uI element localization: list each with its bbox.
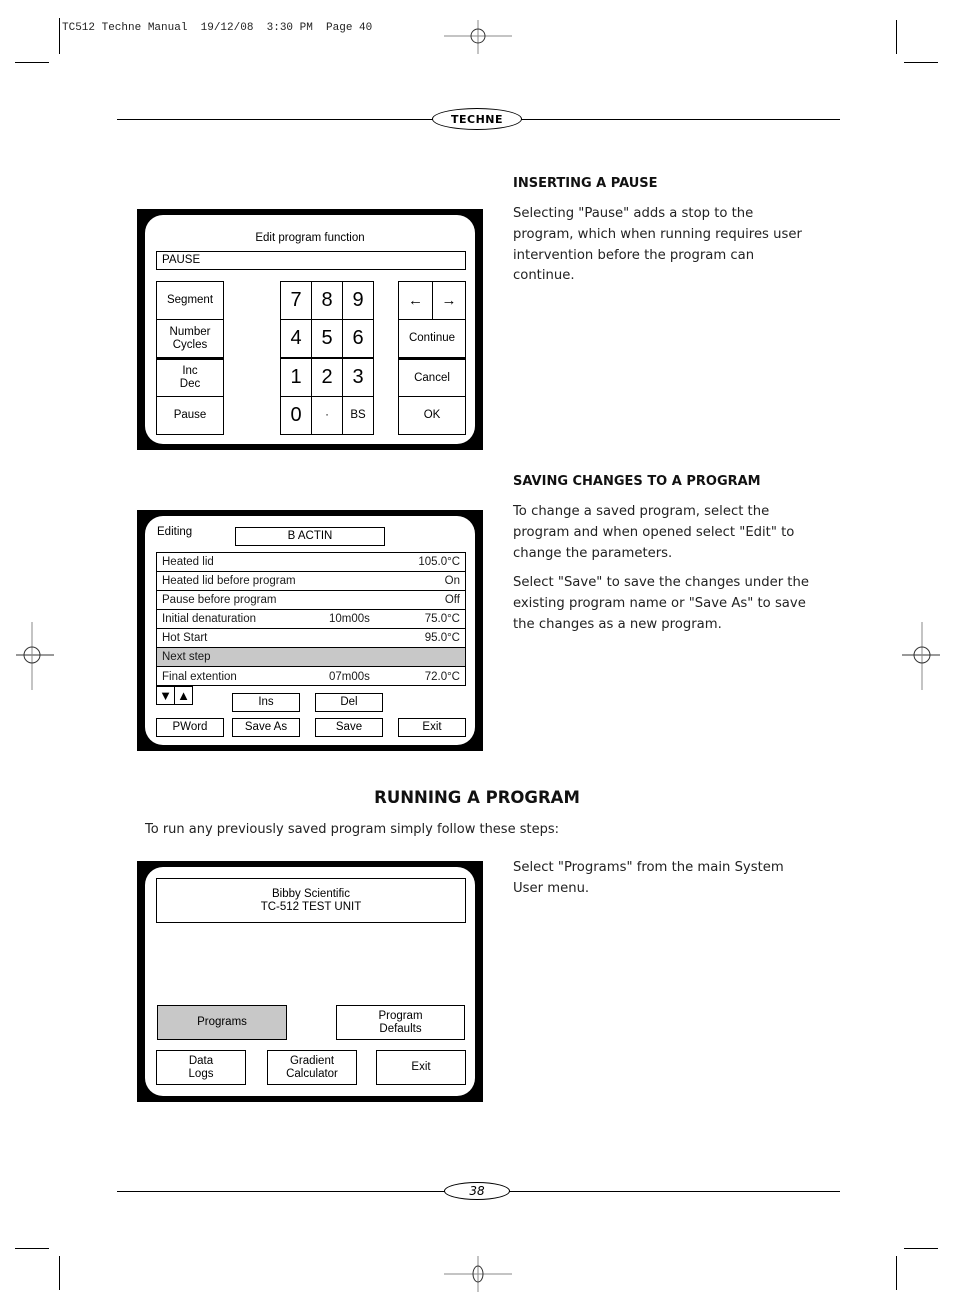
cancel-button[interactable]: Cancel — [398, 358, 466, 397]
crop-mark — [59, 18, 60, 54]
list-row[interactable]: Final extention 07m00s 72.0°C — [157, 667, 465, 686]
exit-button[interactable]: Exit — [398, 718, 466, 737]
section-heading-saving: SAVING CHANGES TO A PROGRAM — [513, 474, 761, 489]
running-heading-text: RUNNING A PROGRAM — [374, 788, 580, 807]
key-0[interactable]: 0 — [280, 396, 312, 435]
key-7[interactable]: 7 — [280, 281, 312, 320]
registration-mark-icon — [444, 1256, 512, 1292]
list-row[interactable]: Hot Start 95.0°C — [157, 629, 465, 648]
list-row[interactable]: Pause before program Off — [157, 591, 465, 610]
data-logs-button[interactable]: Data Logs — [156, 1050, 246, 1085]
registration-mark-icon — [444, 20, 512, 54]
screen-panel: Editing B ACTIN Heated lid 105.0°C Heate… — [145, 516, 475, 745]
program-defaults-button[interactable]: Program Defaults — [336, 1005, 465, 1040]
cursor-left-button[interactable]: ← — [398, 281, 433, 320]
key-2[interactable]: 2 — [311, 358, 343, 397]
scroll-up-button[interactable]: ▲ — [174, 686, 193, 705]
section-heading-running: RUNNING A PROGRAM — [0, 788, 954, 807]
print-slug: TC512 Techne Manual 19/12/08 3:30 PM Pag… — [62, 22, 373, 34]
list-row[interactable]: Heated lid before program On — [157, 572, 465, 591]
crop-mark — [15, 1248, 49, 1249]
insert-button[interactable]: Ins — [232, 693, 300, 712]
gradient-calculator-button[interactable]: Gradient Calculator — [267, 1050, 357, 1085]
save-button[interactable]: Save — [315, 718, 383, 737]
crop-mark — [904, 62, 938, 63]
screen-main-menu: Bibby Scientific TC-512 TEST UNIT Progra… — [137, 861, 483, 1102]
unit-banner: Bibby Scientific TC-512 TEST UNIT — [156, 878, 466, 923]
program-name-field[interactable]: B ACTIN — [235, 527, 385, 546]
section-text-pause: Selecting "Pause" adds a stop to the pro… — [513, 206, 802, 284]
number-cycles-button[interactable]: Number Cycles — [156, 319, 224, 358]
inc-dec-button[interactable]: Inc Dec — [156, 358, 224, 397]
key-1[interactable]: 1 — [280, 358, 312, 397]
crop-mark — [896, 20, 897, 54]
delete-button[interactable]: Del — [315, 693, 383, 712]
function-input[interactable]: PAUSE — [156, 251, 466, 270]
section-intro-running: To run any previously saved program simp… — [145, 822, 559, 837]
key-9[interactable]: 9 — [342, 281, 374, 320]
editing-label: Editing — [157, 526, 193, 538]
programs-button[interactable]: Programs — [157, 1005, 287, 1040]
key-6[interactable]: 6 — [342, 319, 374, 358]
pause-button[interactable]: Pause — [156, 396, 224, 435]
program-step-list: Heated lid 105.0°C Heated lid before pro… — [156, 552, 466, 686]
list-row[interactable]: Heated lid 105.0°C — [157, 553, 465, 572]
screen-editing-program: Editing B ACTIN Heated lid 105.0°C Heate… — [137, 510, 483, 751]
key-decimal[interactable]: · — [311, 396, 343, 435]
screen-panel: Edit program function PAUSE Segment Numb… — [145, 215, 475, 444]
segment-button[interactable]: Segment — [156, 281, 224, 320]
crop-mark — [59, 1256, 60, 1290]
crop-mark — [15, 62, 49, 63]
arrow-right-icon: → — [441, 292, 457, 309]
registration-mark-icon — [16, 622, 54, 690]
techne-logo: TECHNE — [432, 108, 522, 130]
key-5[interactable]: 5 — [311, 319, 343, 358]
banner-line-1: Bibby Scientific — [272, 887, 350, 900]
crop-mark — [896, 1256, 897, 1290]
password-button[interactable]: PWord — [156, 718, 224, 737]
ok-button[interactable]: OK — [398, 396, 466, 435]
arrow-left-icon: ← — [408, 292, 423, 309]
key-3[interactable]: 3 — [342, 358, 374, 397]
screen-title: Edit program function — [255, 232, 365, 244]
continue-button[interactable]: Continue — [398, 319, 466, 358]
section-heading-pause: INSERTING A PAUSE — [513, 176, 658, 191]
key-4[interactable]: 4 — [280, 319, 312, 358]
key-8[interactable]: 8 — [311, 281, 343, 320]
page-number: 38 — [444, 1182, 510, 1200]
list-row[interactable]: Initial denaturation 10m00s 75.0°C — [157, 610, 465, 629]
crop-mark — [904, 1248, 938, 1249]
section-step-running: Select "Programs" from the main System U… — [513, 860, 784, 896]
cursor-right-button[interactable]: → — [432, 281, 466, 320]
list-row-selected[interactable]: Next step — [157, 648, 465, 667]
screen-panel: Bibby Scientific TC-512 TEST UNIT Progra… — [145, 867, 475, 1096]
key-backspace[interactable]: BS — [342, 396, 374, 435]
section-text-saving-2: Select "Save" to save the changes under … — [513, 575, 809, 632]
registration-mark-icon — [902, 622, 940, 690]
section-text-saving-1: To change a saved program, select the pr… — [513, 504, 795, 561]
triangle-up-icon: ▲ — [177, 688, 190, 703]
save-as-button[interactable]: Save As — [232, 718, 300, 737]
screen-edit-program-function: Edit program function PAUSE Segment Numb… — [137, 209, 483, 450]
triangle-down-icon: ▼ — [159, 688, 172, 703]
exit-button[interactable]: Exit — [376, 1050, 466, 1085]
scroll-down-button[interactable]: ▼ — [156, 686, 175, 705]
banner-line-2: TC-512 TEST UNIT — [260, 900, 362, 913]
